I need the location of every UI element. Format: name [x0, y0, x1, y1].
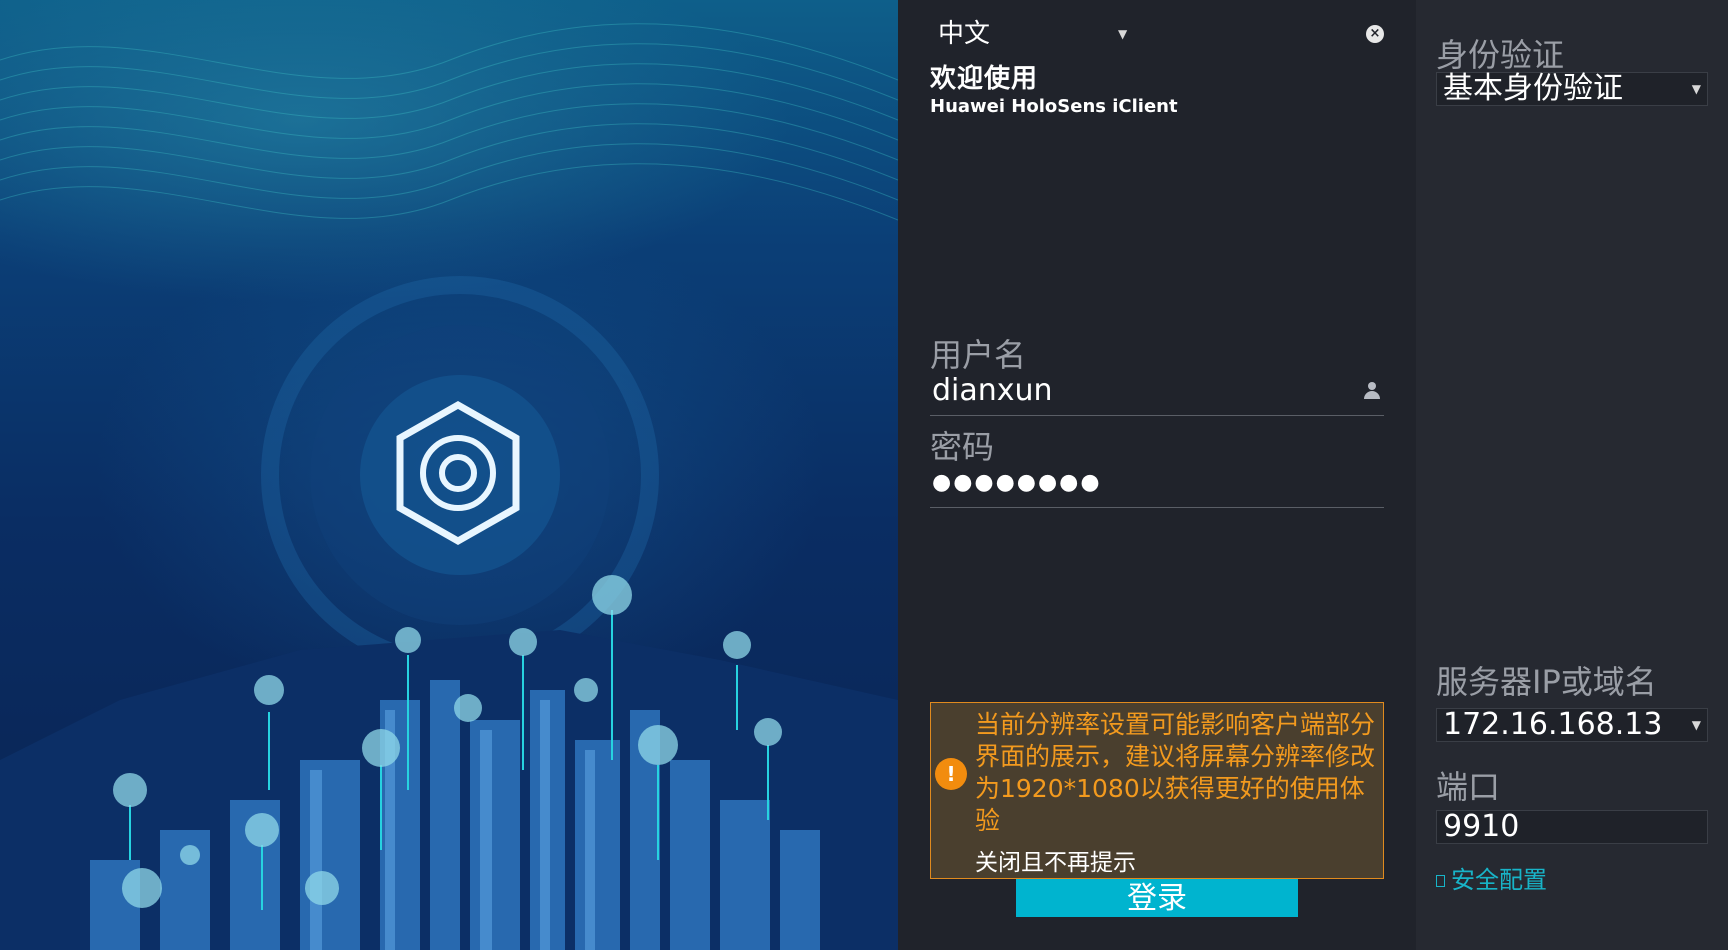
- document-icon: [1436, 875, 1445, 887]
- security-config-link[interactable]: 安全配置: [1436, 860, 1547, 895]
- password-value: ●●●●●●●●: [932, 470, 1102, 495]
- server-label: 服务器IP或域名: [1436, 663, 1657, 701]
- warning-icon: !: [935, 758, 967, 790]
- hero-banner: [0, 0, 898, 950]
- port-input[interactable]: 9910: [1436, 810, 1708, 844]
- resolution-warning: ! 当前分辨率设置可能影响客户端部分界面的展示，建议将屏幕分辨率修改为1920*…: [930, 702, 1384, 879]
- settings-panel: 身份验证 基本身份验证 ▼ 服务器IP或域名 172.16.168.13 ▼ 端…: [1416, 0, 1728, 950]
- server-select[interactable]: 172.16.168.13 ▼: [1436, 708, 1708, 742]
- warning-text: 当前分辨率设置可能影响客户端部分界面的展示，建议将屏幕分辨率修改为1920*10…: [975, 710, 1376, 835]
- dismiss-warning-link[interactable]: 关闭且不再提示: [975, 843, 1136, 877]
- chevron-down-icon: ▼: [1691, 82, 1701, 96]
- user-icon: [1364, 382, 1380, 400]
- username-field[interactable]: dianxun: [930, 368, 1384, 416]
- welcome-title: 欢迎使用: [930, 64, 1039, 94]
- login-button[interactable]: 登录: [1016, 879, 1298, 917]
- server-value: 172.16.168.13: [1443, 707, 1663, 742]
- chevron-down-icon: ▼: [1118, 27, 1128, 41]
- password-field[interactable]: ●●●●●●●●: [930, 460, 1384, 508]
- port-value: 9910: [1443, 809, 1520, 844]
- language-select[interactable]: 中文 ▼: [938, 16, 1127, 52]
- login-panel: 中文 ▼ × 欢迎使用 Huawei HoloSens iClient 用户名 …: [898, 0, 1416, 950]
- close-icon[interactable]: ×: [1366, 25, 1384, 43]
- auth-value: 基本身份验证: [1443, 71, 1623, 106]
- security-config-label: 安全配置: [1451, 866, 1547, 894]
- auth-label: 身份验证: [1436, 36, 1565, 74]
- auth-select[interactable]: 基本身份验证 ▼: [1436, 72, 1708, 106]
- chevron-down-icon: ▼: [1691, 718, 1701, 732]
- language-value: 中文: [938, 19, 991, 49]
- port-label: 端口: [1436, 768, 1501, 806]
- username-value: dianxun: [932, 373, 1053, 408]
- product-name: Huawei HoloSens iClient: [930, 96, 1178, 117]
- hero-illustration: [0, 23, 898, 950]
